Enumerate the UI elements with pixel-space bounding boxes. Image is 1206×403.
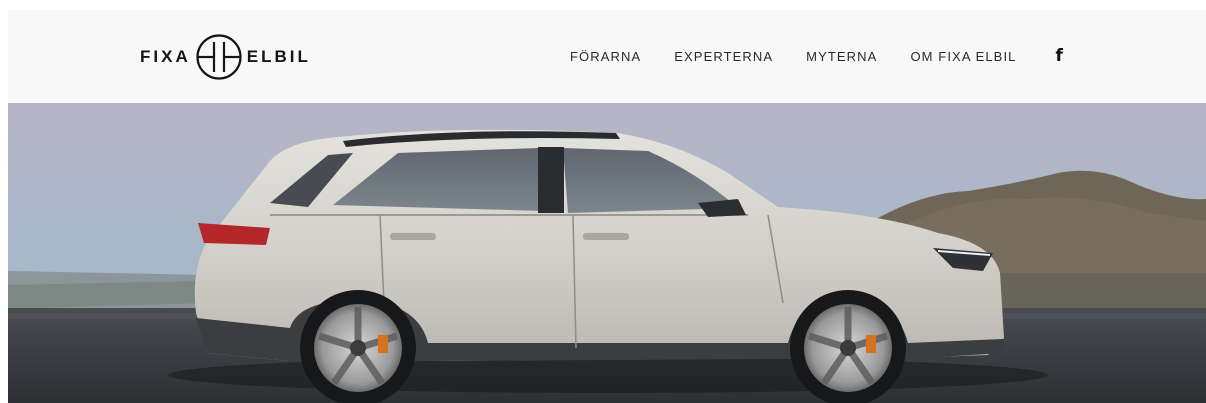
page-frame: FIXA ELBIL FÖRARNA EXPERTERNA MYTERNA OM… [8, 10, 1206, 403]
nav-item-forarna[interactable]: FÖRARNA [570, 49, 641, 64]
site-header: FIXA ELBIL FÖRARNA EXPERTERNA MYTERNA OM… [8, 10, 1206, 103]
logo-word-right: ELBIL [246, 47, 311, 66]
main-nav: FÖRARNA EXPERTERNA MYTERNA OM FIXA ELBIL… [570, 48, 1063, 65]
logo-word-left: FIXA [140, 47, 191, 66]
logo-plug-icon [196, 34, 242, 80]
nav-item-myterna[interactable]: MYTERNA [806, 49, 877, 64]
facebook-icon[interactable]: f [1056, 48, 1063, 65]
nav-item-experterna[interactable]: EXPERTERNA [674, 49, 773, 64]
site-logo[interactable]: FIXA ELBIL [140, 27, 311, 87]
hero-car-illustration [8, 103, 1206, 403]
hero-image [8, 103, 1206, 403]
nav-item-om-fixa-elbil[interactable]: OM FIXA ELBIL [910, 49, 1016, 64]
